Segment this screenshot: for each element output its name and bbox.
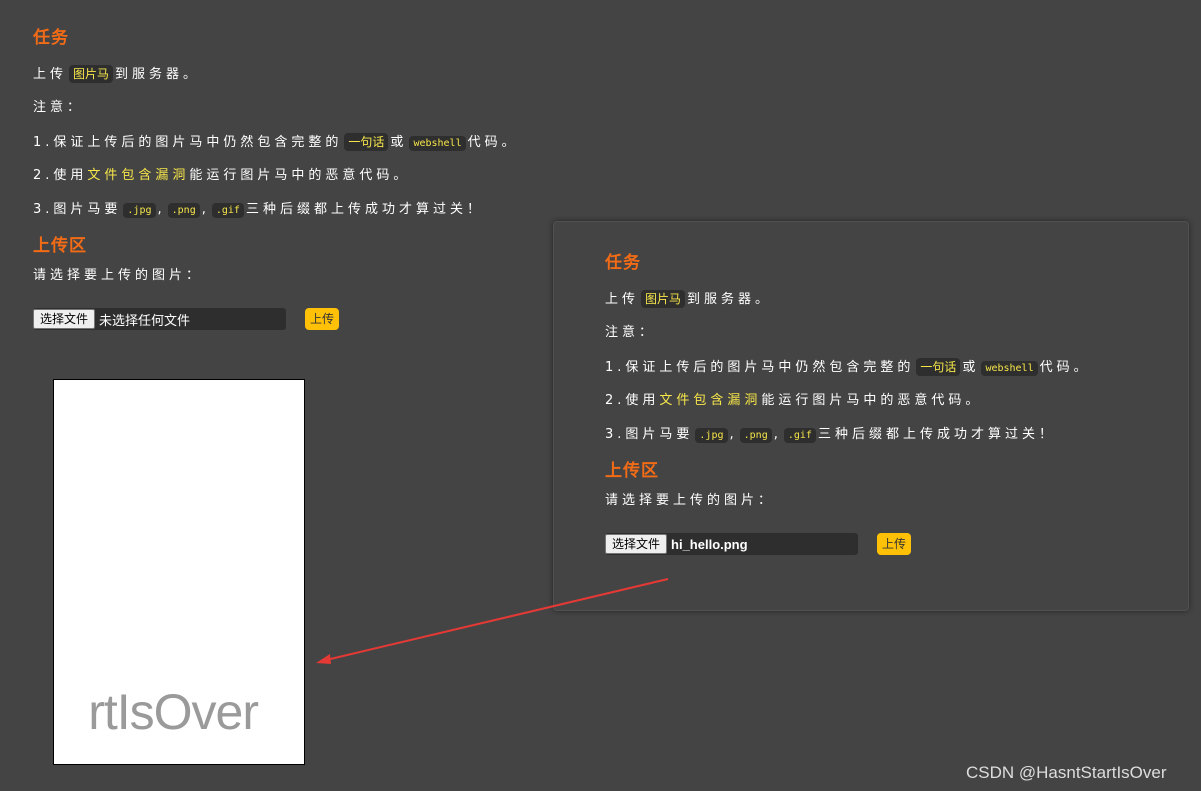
rule-3-ext-gif: .gif xyxy=(783,428,816,443)
rule-1-code-1: 一句话 xyxy=(916,358,961,376)
file-upload-row: 选择文件 hi_hello.png 上传 xyxy=(605,532,1165,556)
rule-1-suffix: 代码。 xyxy=(467,135,519,150)
task-code: 图片马 xyxy=(69,65,114,83)
choose-file-button[interactable]: 选择文件 xyxy=(33,309,96,329)
upload-prompt: 请选择要上传的图片： xyxy=(33,268,204,283)
task-description: 上传 图片马 到服务器。 xyxy=(33,64,573,84)
task-prefix: 上传 xyxy=(605,292,640,307)
rule-1-mid: 或 xyxy=(390,135,408,150)
preview-image-text: rtIsOver xyxy=(88,684,259,740)
upload-heading: 上传区 xyxy=(605,461,659,481)
file-input[interactable]: 选择文件 未选择任何文件 xyxy=(33,308,286,330)
file-input[interactable]: 选择文件 hi_hello.png xyxy=(605,533,858,555)
rule-2-highlight: 文件包含漏洞 xyxy=(659,393,762,408)
upload-button[interactable]: 上传 xyxy=(305,308,340,330)
rule-2-suffix: 能运行图片马中的恶意代码。 xyxy=(761,393,983,408)
rule-1-suffix: 代码。 xyxy=(1039,360,1091,375)
rule-3-ext-png: .png xyxy=(739,428,772,443)
rule-3: 3.图片马要 .jpg, .png, .gif 三种后缀都上传成功才算过关！ xyxy=(33,200,573,220)
rule-1-prefix: 1.保证上传后的图片马中仍然包含完整的 xyxy=(605,360,915,375)
task-heading: 任务 xyxy=(33,28,69,48)
result-card: 任务 上传 图片马 到服务器。 注意： 1.保证上传后的图片马中仍然包含完整的 一句话… xyxy=(553,221,1189,611)
result-card-content: 任务 上传 图片马 到服务器。 注意： 1.保证上传后的图片马中仍然包含完整的 一句话… xyxy=(605,249,1165,556)
upload-button[interactable]: 上传 xyxy=(877,533,912,555)
rule-2-prefix: 2.使用 xyxy=(33,168,88,183)
task-prefix: 上传 xyxy=(33,67,68,82)
upload-prompt: 请选择要上传的图片： xyxy=(605,493,776,508)
left-panel: 任务 上传 图片马 到服务器。 注意： 1.保证上传后的图片马中仍然包含完整的 一句话… xyxy=(33,24,573,331)
rule-2: 2.使用文件包含漏洞能运行图片马中的恶意代码。 xyxy=(33,166,573,186)
rule-2: 2.使用文件包含漏洞能运行图片马中的恶意代码。 xyxy=(605,391,1165,411)
note-label: 注意： xyxy=(33,100,85,115)
choose-file-button[interactable]: 选择文件 xyxy=(605,534,668,554)
rule-2-suffix: 能运行图片马中的恶意代码。 xyxy=(189,168,411,183)
rule-1-code-2: webshell xyxy=(981,361,1038,376)
rule-1: 1.保证上传后的图片马中仍然包含完整的 一句话或 webshell 代码。 xyxy=(605,357,1165,377)
task-code: 图片马 xyxy=(641,290,686,308)
rule-3-prefix: 3.图片马要 xyxy=(33,202,122,217)
rule-3-ext-jpg: .jpg xyxy=(695,428,728,443)
file-upload-row: 选择文件 未选择任何文件 上传 xyxy=(33,307,573,331)
rule-3-sep-1: , xyxy=(729,427,738,442)
task-description: 上传 图片马 到服务器。 xyxy=(605,289,1165,309)
rule-2-prefix: 2.使用 xyxy=(605,393,660,408)
rule-3-prefix: 3.图片马要 xyxy=(605,427,694,442)
note-label: 注意： xyxy=(605,325,657,340)
rule-3-ext-gif: .gif xyxy=(211,203,244,218)
rule-3-ext-jpg: .jpg xyxy=(123,203,156,218)
rule-1-prefix: 1.保证上传后的图片马中仍然包含完整的 xyxy=(33,135,343,150)
task-suffix: 到服务器。 xyxy=(115,67,201,82)
file-status: 未选择任何文件 xyxy=(99,312,191,328)
task-heading: 任务 xyxy=(605,253,641,273)
rule-1-code-1: 一句话 xyxy=(344,133,389,151)
rule-3: 3.图片马要 .jpg, .png, .gif 三种后缀都上传成功才算过关！ xyxy=(605,425,1165,445)
rule-3-sep-2: , xyxy=(773,427,782,442)
rule-3-sep-2: , xyxy=(201,202,210,217)
rule-1: 1.保证上传后的图片马中仍然包含完整的 一句话或 webshell 代码。 xyxy=(33,132,573,152)
upload-heading: 上传区 xyxy=(33,236,87,256)
file-status: hi_hello.png xyxy=(671,536,748,552)
rule-1-mid: 或 xyxy=(962,360,980,375)
rule-3-suffix: 三种后缀都上传成功才算过关！ xyxy=(817,427,1056,442)
rule-2-highlight: 文件包含漏洞 xyxy=(87,168,190,183)
uploaded-image-preview: rtIsOver xyxy=(53,379,305,765)
arrow-head xyxy=(316,654,331,664)
rule-3-sep-1: , xyxy=(157,202,166,217)
rule-1-code-2: webshell xyxy=(409,136,466,151)
watermark: CSDN @HasntStartIsOver xyxy=(966,763,1167,782)
rule-3-ext-png: .png xyxy=(167,203,200,218)
rule-3-suffix: 三种后缀都上传成功才算过关！ xyxy=(245,202,484,217)
task-suffix: 到服务器。 xyxy=(687,292,773,307)
